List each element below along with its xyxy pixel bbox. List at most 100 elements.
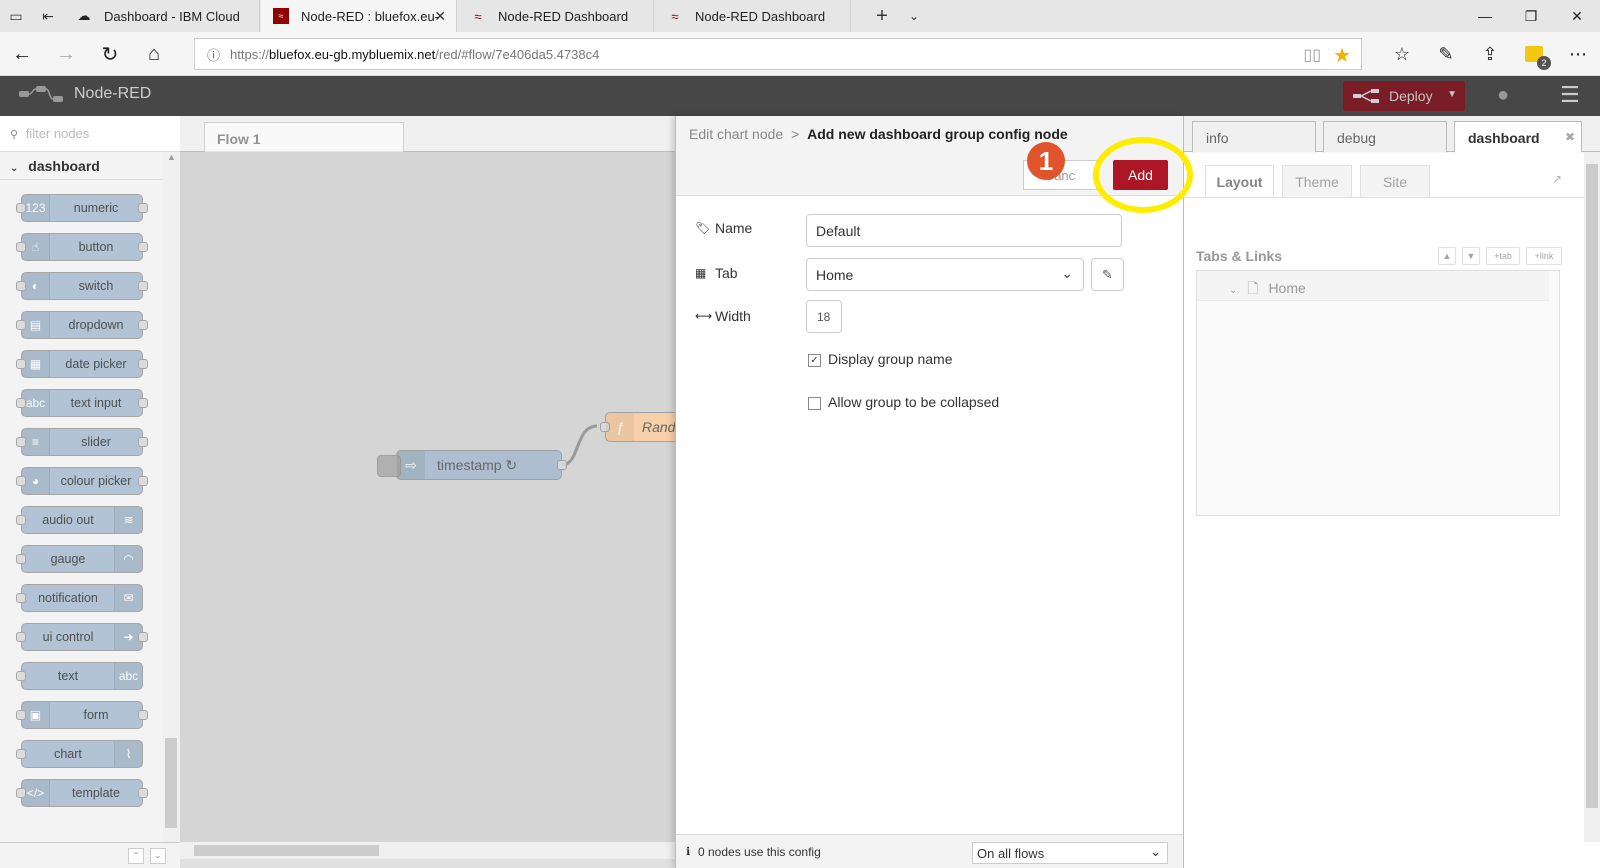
arrow-in-icon: ⇨	[397, 451, 425, 479]
palette-node[interactable]: </> template	[16, 779, 148, 807]
minimize-icon[interactable]: —	[1462, 0, 1508, 32]
sidebar-tab-dashboard[interactable]: dashboard ✖	[1454, 121, 1582, 153]
more-options-icon[interactable]: ⋯	[1562, 38, 1594, 70]
new-tab-icon[interactable]: +	[866, 0, 898, 32]
tag-icon: 🏷	[695, 221, 711, 235]
user-icon[interactable]: ●	[1497, 84, 1509, 107]
browser-tab-dashboard-2[interactable]: ≈ Node-RED Dashboard	[655, 0, 851, 32]
tree-item-home[interactable]: ⌄ 🗋 Home	[1197, 271, 1549, 301]
favorites-hub-icon[interactable]: ☆	[1386, 38, 1418, 70]
input-port	[16, 632, 26, 642]
url-prefix: https://	[230, 46, 270, 62]
home-icon[interactable]: ⌂	[138, 38, 170, 70]
add-link-button[interactable]: +link	[1526, 247, 1562, 265]
tab-select[interactable]: Home ⌄	[806, 258, 1084, 291]
scroll-up-icon[interactable]: ▲	[163, 152, 180, 162]
palette-node[interactable]: ◕ colour picker	[16, 467, 148, 495]
collapse-all-icon[interactable]: ⌃	[128, 848, 144, 864]
browser-tab-ibm-cloud[interactable]: ☁ Dashboard - IBM Cloud	[64, 0, 260, 32]
input-port	[16, 710, 26, 720]
subtab-theme[interactable]: Theme	[1282, 165, 1352, 197]
node-red-header: Node-RED Deploy ▼ ● ☰	[0, 76, 1600, 116]
palette-node[interactable]: ⌇ chart	[16, 740, 143, 768]
web-note-icon[interactable]: ✎	[1430, 38, 1462, 70]
palette-node[interactable]: ≡ slider	[16, 428, 148, 456]
tab-preview-chevron-icon[interactable]: ⌄	[898, 0, 930, 32]
sidebar-tab-info[interactable]: info	[1192, 121, 1316, 153]
palette-node[interactable]: ◐ switch	[16, 272, 148, 300]
set-aside-tabs-icon[interactable]: ⇤	[32, 0, 64, 32]
palette-node-label: button	[78, 240, 114, 254]
deploy-button[interactable]: Deploy ▼	[1343, 81, 1465, 111]
input-port	[16, 320, 26, 330]
palette-node-icon: ▦	[22, 351, 50, 377]
forward-icon[interactable]: →	[50, 38, 82, 70]
browser-tab-node-red-active[interactable]: ≈ Node-RED : bluefox.eu- ✕	[261, 0, 457, 32]
chevron-down-icon: ⌄	[10, 163, 19, 174]
flow-wire[interactable]	[561, 424, 598, 467]
scope-select[interactable]: On all flows ⌄	[972, 842, 1168, 864]
window-close-icon[interactable]: ✕	[1554, 0, 1600, 32]
scroll-thumb[interactable]	[194, 845, 379, 856]
palette-node[interactable]: ✉ notification	[16, 584, 143, 612]
workspace-hscrollbar[interactable]	[180, 842, 675, 859]
extension-icon[interactable]: 2	[1518, 38, 1551, 70]
palette-node[interactable]: ☝ button	[16, 233, 148, 261]
caret-down-icon[interactable]: ▼	[1447, 89, 1457, 100]
share-icon[interactable]: ⇪	[1474, 38, 1506, 70]
back-icon[interactable]: ←	[6, 38, 38, 70]
refresh-icon[interactable]: ↻	[94, 38, 126, 70]
palette-node[interactable]: ➜ ui control	[16, 623, 148, 651]
palette-node[interactable]: ▣ form	[16, 701, 148, 729]
restore-icon[interactable]: ❐	[1508, 0, 1554, 32]
palette-node[interactable]: abc text input	[16, 389, 148, 417]
favorite-star-icon[interactable]: ★	[1333, 43, 1351, 68]
name-input[interactable]: Default	[806, 214, 1122, 247]
reading-view-icon[interactable]: ▯▯	[1303, 45, 1321, 65]
input-port	[16, 788, 26, 798]
chevron-down-icon[interactable]: ⌄	[1229, 285, 1237, 296]
tab-manager-icon[interactable]: ▭	[0, 0, 32, 32]
expand-all-icon[interactable]: ⌄	[150, 848, 166, 864]
display-group-name-checkbox[interactable]: ✓	[808, 354, 821, 367]
palette-node[interactable]: ◠ gauge	[16, 545, 143, 573]
info-circle-icon: ℹ	[686, 846, 691, 858]
filter-nodes-input[interactable]: ⚲ filter nodes	[0, 116, 180, 152]
browser-tab-dashboard-1[interactable]: ≈ Node-RED Dashboard	[458, 0, 654, 32]
tree-item-label: Home	[1268, 280, 1306, 296]
palette-node[interactable]: abc text	[16, 662, 143, 690]
url-field[interactable]: ⓘ https://bluefox.eu-gb.mybluemix.net/re…	[194, 38, 1362, 70]
palette-node[interactable]: 123 numeric	[16, 194, 148, 222]
width-size-button[interactable]: 18	[806, 300, 842, 333]
palette-node[interactable]: ▤ dropdown	[16, 311, 148, 339]
scroll-thumb[interactable]	[165, 738, 177, 828]
subtab-layout[interactable]: Layout	[1205, 165, 1274, 197]
edit-tab-button[interactable]: ✎	[1091, 258, 1124, 291]
sidebar-scrollbar[interactable]	[1584, 152, 1600, 842]
function-node-random[interactable]: ƒ Rand	[600, 412, 676, 442]
palette-scrollbar[interactable]: ▲	[163, 152, 180, 842]
flow-workspace: Flow 1 ⇨ timestamp ↻ ƒ Rand	[180, 116, 675, 868]
function-node-label: Rand	[642, 419, 676, 435]
allow-collapse-checkbox[interactable]	[808, 397, 821, 410]
flow-canvas[interactable]: ⇨ timestamp ↻ ƒ Rand	[180, 152, 675, 842]
close-icon[interactable]: ✖	[1565, 130, 1575, 144]
subtab-site[interactable]: Site	[1360, 165, 1430, 197]
palette-node[interactable]: ≋ audio out	[16, 506, 143, 534]
sidebar-tab-debug[interactable]: debug	[1323, 121, 1447, 153]
palette-category-dashboard[interactable]: ⌄ dashboard	[0, 152, 163, 180]
table-icon: ▦	[695, 266, 707, 280]
inject-node-timestamp[interactable]: ⇨ timestamp ↻	[377, 450, 567, 480]
external-link-icon[interactable]: ↗	[1552, 172, 1562, 186]
move-down-button[interactable]: ▼	[1462, 247, 1480, 265]
breadcrumb-parent[interactable]: Edit chart node	[689, 126, 783, 142]
add-tab-button[interactable]: +tab	[1486, 247, 1520, 265]
palette-node-label: switch	[78, 279, 114, 293]
tab-flow-1[interactable]: Flow 1	[204, 122, 404, 153]
close-tab-icon[interactable]: ✕	[434, 8, 446, 25]
move-up-button[interactable]: ▲	[1438, 247, 1456, 265]
output-port[interactable]	[557, 460, 567, 470]
palette-node[interactable]: ▦ date picker	[16, 350, 148, 378]
hamburger-menu-icon[interactable]: ☰	[1560, 82, 1580, 108]
scroll-thumb[interactable]	[1586, 164, 1598, 808]
